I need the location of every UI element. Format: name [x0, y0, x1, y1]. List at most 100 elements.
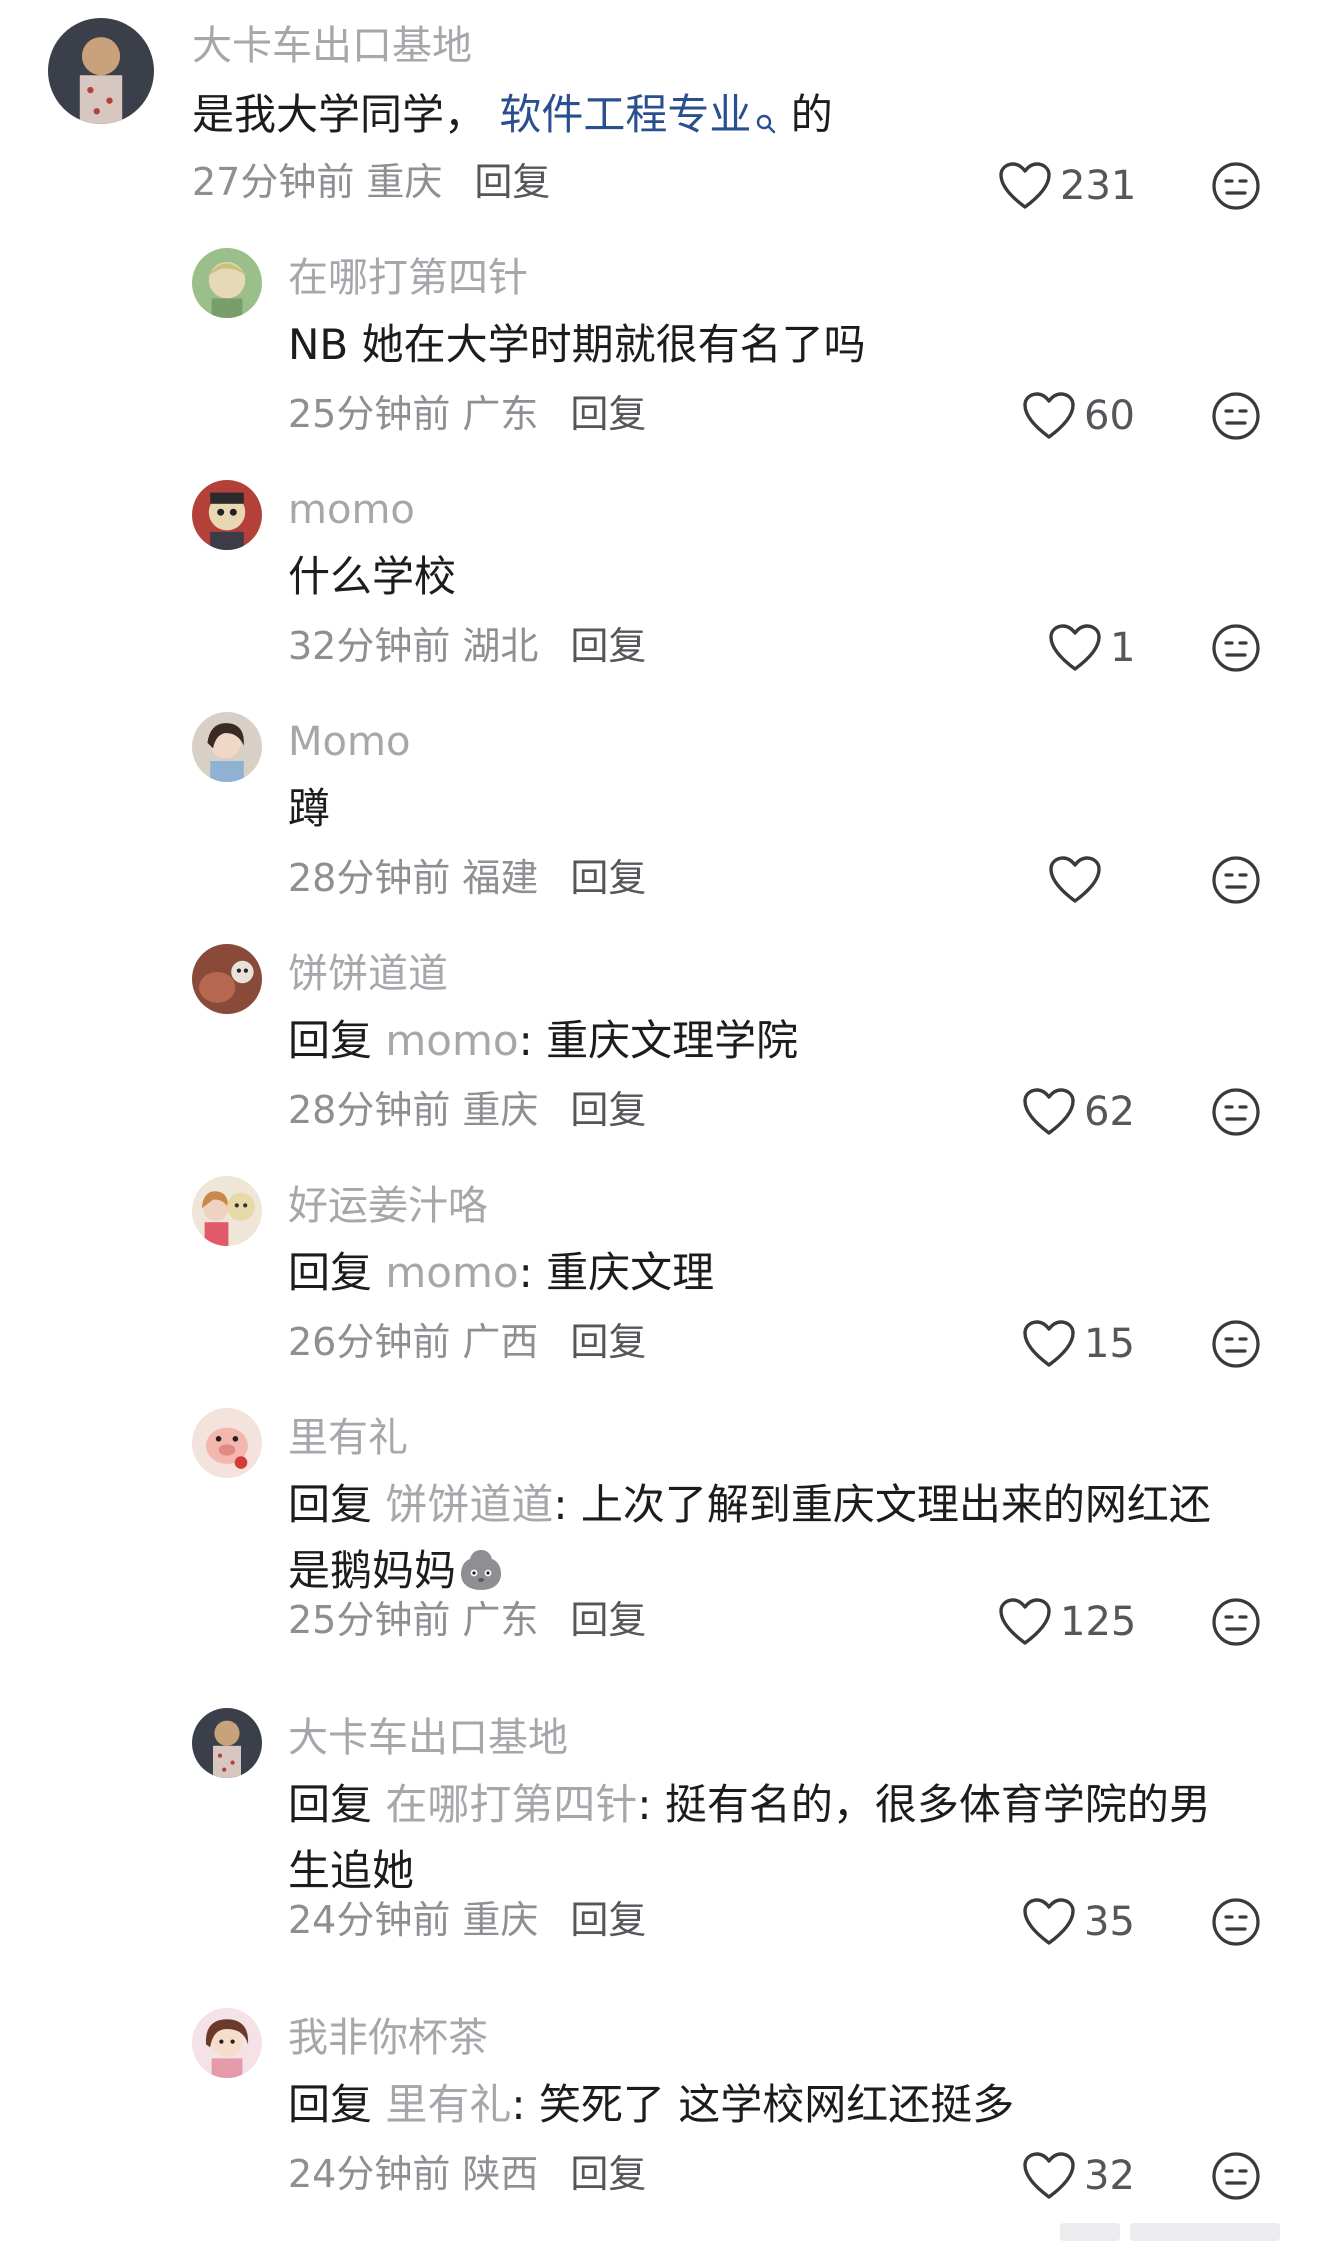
neutral-face-icon[interactable]: [1210, 1896, 1262, 1948]
comment-username[interactable]: Momo: [288, 718, 410, 766]
comment-thread: 大卡车出口基地 是我大学同学， 软件工程专业 的 27分钟前 重庆 回复 231 在…: [0, 0, 1320, 2265]
comment-location: 重庆: [462, 1088, 539, 1132]
neutral-face-icon[interactable]: [1210, 390, 1262, 442]
comment-time: 28分钟前: [288, 856, 451, 900]
heart-outline-icon: [1023, 1088, 1075, 1135]
reply-button[interactable]: 回复: [570, 392, 646, 436]
comment-location: 广东: [462, 1598, 539, 1642]
heart-outline-icon: [1023, 392, 1075, 439]
reply-target-username[interactable]: 里有礼: [385, 2080, 511, 2129]
like-count: 231: [1060, 163, 1137, 209]
comment-time: 25分钟前: [288, 392, 451, 436]
reply-target-username[interactable]: momo: [385, 1248, 518, 1297]
neutral-face-icon[interactable]: [1210, 1596, 1262, 1648]
comment-time: 27分钟前: [192, 160, 355, 204]
heart-outline-icon: [1023, 1320, 1075, 1367]
comment-location: 陕西: [462, 2152, 539, 2196]
comment-text: NB 她在大学时期就很有名了吗: [288, 320, 866, 369]
comment-username[interactable]: 大卡车出口基地: [192, 22, 472, 70]
reply-button[interactable]: 回复: [570, 1898, 646, 1942]
like-button[interactable]: 32: [1022, 2146, 1135, 2206]
blob-emoji: [461, 1550, 502, 1590]
like-button[interactable]: 125: [998, 1592, 1136, 1652]
comment-text: 回复 momo: 重庆文理: [288, 1240, 1248, 1306]
reply-button[interactable]: 回复: [570, 1088, 646, 1132]
comment-text: 蹲: [288, 784, 331, 833]
neutral-face-icon[interactable]: [1210, 622, 1262, 674]
neutral-face-icon[interactable]: [1210, 2150, 1262, 2202]
comment-username[interactable]: momo: [288, 486, 415, 534]
comment-meta: 25分钟前 广东 回复: [288, 1596, 646, 1644]
search-link[interactable]: 软件工程专业: [499, 90, 751, 139]
comment-text-part: : 笑死了 这学校网红还挺多: [511, 2080, 1015, 2129]
reply-prefix: 回复: [288, 1248, 373, 1297]
like-button[interactable]: 15: [1022, 1314, 1135, 1374]
like-button[interactable]: 35: [1022, 1892, 1135, 1952]
comment-meta: 24分钟前 重庆 回复: [288, 1896, 646, 1944]
avatar[interactable]: [192, 1408, 262, 1478]
like-count: 125: [1060, 1599, 1137, 1645]
avatar[interactable]: [192, 944, 262, 1014]
reply-prefix: 回复: [288, 1480, 373, 1529]
neutral-face-icon[interactable]: [1210, 1318, 1262, 1370]
comment-text: 回复 momo: 重庆文理学院: [288, 1008, 1248, 1074]
like-count: 32: [1084, 2153, 1135, 2199]
reply-target-username[interactable]: 在哪打第四针: [385, 1780, 637, 1829]
reply-prefix: 回复: [288, 1016, 373, 1065]
avatar[interactable]: [192, 2008, 262, 2078]
comment-location: 湖北: [462, 624, 539, 668]
like-button[interactable]: 231: [998, 156, 1136, 216]
avatar[interactable]: [192, 248, 262, 318]
search-icon[interactable]: [755, 88, 777, 154]
like-button[interactable]: 1: [1048, 618, 1135, 678]
comment-username[interactable]: 我非你杯茶: [288, 2014, 488, 2062]
avatar[interactable]: [192, 712, 262, 782]
comment-meta: 28分钟前 重庆 回复: [288, 1086, 646, 1134]
like-button[interactable]: 60: [1022, 386, 1135, 446]
heart-outline-icon: [1049, 856, 1101, 903]
reply-button[interactable]: 回复: [570, 1320, 646, 1364]
comment-meta: 26分钟前 广西 回复: [288, 1318, 646, 1366]
avatar[interactable]: [192, 1708, 262, 1778]
reply-button[interactable]: 回复: [570, 1598, 646, 1642]
heart-outline-icon: [1023, 1898, 1075, 1945]
comment-username[interactable]: 好运姜汁咯: [288, 1182, 488, 1230]
like-button[interactable]: 62: [1022, 1082, 1135, 1142]
comment-time: 24分钟前: [288, 1898, 451, 1942]
reply-prefix: 回复: [288, 2080, 373, 2129]
heart-outline-icon: [999, 1598, 1051, 1645]
like-count: 15: [1084, 1321, 1135, 1367]
comment-username[interactable]: 在哪打第四针: [288, 254, 528, 302]
comment-username[interactable]: 大卡车出口基地: [288, 1714, 568, 1762]
like-count: 60: [1084, 393, 1135, 439]
reply-button[interactable]: 回复: [570, 2152, 646, 2196]
comment-username[interactable]: 里有礼: [288, 1414, 408, 1462]
watermark-logo: [1060, 2223, 1280, 2241]
comment-username[interactable]: 饼饼道道: [288, 950, 448, 998]
reply-target-username[interactable]: momo: [385, 1016, 518, 1065]
avatar[interactable]: [192, 480, 262, 550]
reply-button[interactable]: 回复: [570, 624, 646, 668]
comment-location: 重庆: [366, 160, 443, 204]
avatar[interactable]: [48, 18, 154, 124]
comment-location: 广东: [462, 392, 539, 436]
comment-time: 32分钟前: [288, 624, 451, 668]
like-button[interactable]: [1048, 850, 1110, 910]
neutral-face-icon[interactable]: [1210, 854, 1262, 906]
reply-button[interactable]: 回复: [570, 856, 646, 900]
avatar[interactable]: [192, 1176, 262, 1246]
comment-meta: 32分钟前 湖北 回复: [288, 622, 646, 670]
reply-button[interactable]: 回复: [474, 160, 550, 204]
reply-target-username[interactable]: 饼饼道道: [385, 1480, 553, 1529]
neutral-face-icon[interactable]: [1210, 1086, 1262, 1138]
neutral-face-icon[interactable]: [1210, 160, 1262, 212]
comment-time: 28分钟前: [288, 1088, 451, 1132]
comment-time: 26分钟前: [288, 1320, 451, 1364]
comment-meta: 27分钟前 重庆 回复: [192, 158, 550, 206]
reply-prefix: 回复: [288, 1780, 373, 1829]
comment-text: 回复 饼饼道道: 上次了解到重庆文理出来的网红还是鹅妈妈: [288, 1472, 1248, 1604]
comment-text: 什么学校: [288, 552, 457, 601]
comment-text-part: : 重庆文理学院: [518, 1016, 799, 1065]
comment-meta: 25分钟前 广东 回复: [288, 390, 646, 438]
heart-outline-icon: [999, 162, 1051, 209]
